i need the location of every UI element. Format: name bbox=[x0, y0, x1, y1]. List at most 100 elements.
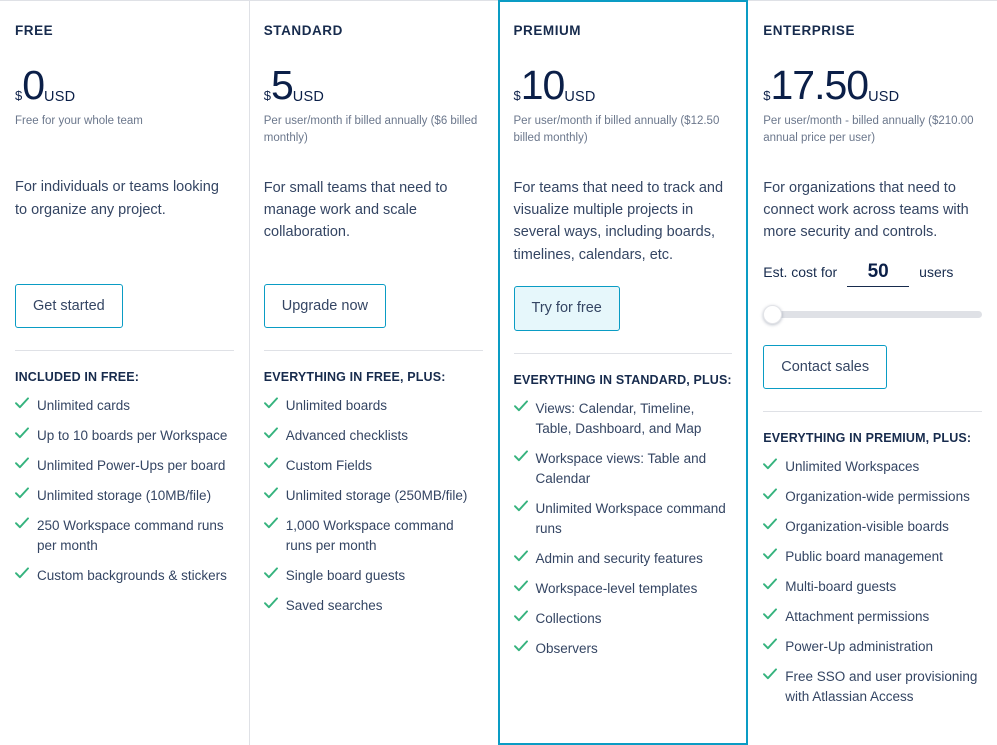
price-amount: 17.50 bbox=[770, 62, 869, 109]
estimator-line: Est. cost for users bbox=[763, 260, 982, 287]
user-count-slider[interactable] bbox=[763, 305, 982, 325]
currency-code: USD bbox=[44, 88, 76, 105]
feature-label: Workspace views: Table and Calendar bbox=[535, 450, 707, 486]
feature-label: Advanced checklists bbox=[285, 428, 409, 444]
cta-container: Try for free bbox=[513, 266, 733, 353]
feature-label: Multi-board guests bbox=[785, 579, 897, 595]
plan-body: $17.50 USD Per user/month - billed annuall… bbox=[763, 65, 982, 411]
check-icon bbox=[263, 427, 278, 445]
features-list: Unlimited boards Advanced checklists Custo… bbox=[263, 396, 483, 616]
plan-description: For small teams that need to manage work… bbox=[263, 179, 448, 241]
feature-item: Custom backgrounds & stickers bbox=[15, 566, 234, 586]
feature-label: Up to 10 boards per Workspace bbox=[37, 428, 228, 444]
cta-container: Upgrade now bbox=[263, 264, 483, 351]
estimator-label-suffix: users bbox=[919, 263, 954, 280]
feature-item: Observers bbox=[513, 639, 733, 659]
currency-code: USD bbox=[564, 88, 596, 105]
currency-code: USD bbox=[292, 88, 325, 105]
features-list: Views: Calendar, Timeline, Table, Dashbo… bbox=[513, 399, 733, 659]
slider-thumb[interactable] bbox=[763, 305, 783, 325]
cta-button-standard[interactable]: Upgrade now bbox=[263, 283, 386, 329]
feature-item: Saved searches bbox=[263, 596, 483, 616]
feature-label: Collections bbox=[535, 610, 602, 626]
plan-price: $0 USD bbox=[15, 65, 234, 106]
estimator-label-prefix: Est. cost for bbox=[763, 263, 838, 280]
plan-body: $5 USD Per user/month if billed annually (… bbox=[263, 62, 483, 351]
cta-button-enterprise[interactable]: Contact sales bbox=[763, 344, 888, 390]
plan-name: PREMIUM bbox=[513, 23, 582, 38]
feature-label: Unlimited Workspaces bbox=[785, 459, 920, 475]
feature-item: Unlimited Workspaces bbox=[763, 457, 982, 477]
feature-label: Views: Calendar, Timeline, Table, Dashbo… bbox=[535, 400, 702, 436]
check-icon bbox=[763, 548, 778, 566]
cta-container: Contact sales bbox=[763, 325, 982, 412]
price-amount: 5 bbox=[270, 62, 294, 109]
pricing-plans-grid: FREE $0 USD Free for your whole team For ind… bbox=[0, 0, 997, 745]
feature-label: Workspace-level templates bbox=[535, 580, 698, 596]
features-title: INCLUDED IN FREE: bbox=[15, 370, 140, 385]
check-icon bbox=[763, 458, 778, 476]
cost-estimator: Est. cost for users bbox=[763, 260, 982, 325]
check-icon bbox=[15, 457, 29, 475]
feature-label: Power-Up administration bbox=[785, 639, 934, 655]
cta-button-premium[interactable]: Try for free bbox=[513, 286, 620, 331]
feature-item: Workspace views: Table and Calendar bbox=[513, 449, 733, 489]
feature-label: Unlimited Workspace command runs bbox=[535, 500, 726, 536]
feature-item: Views: Calendar, Timeline, Table, Dashbo… bbox=[513, 399, 733, 439]
check-icon bbox=[263, 517, 278, 535]
feature-label: Unlimited storage (10MB/file) bbox=[37, 488, 212, 504]
plan-price: $10 USD bbox=[514, 65, 733, 106]
features-title: EVERYTHING IN STANDARD, PLUS: bbox=[513, 372, 732, 387]
check-icon bbox=[513, 400, 528, 418]
check-icon bbox=[763, 608, 778, 626]
feature-item: 250 Workspace command runs per month bbox=[15, 516, 234, 556]
check-icon bbox=[763, 638, 778, 656]
feature-item: Unlimited Power-Ups per board bbox=[15, 456, 234, 476]
check-icon bbox=[513, 450, 528, 468]
feature-label: Single board guests bbox=[285, 568, 406, 583]
feature-item: Unlimited cards bbox=[15, 396, 234, 416]
check-icon bbox=[763, 518, 778, 536]
currency-code: USD bbox=[868, 88, 900, 105]
plan-price: $17.50 USD bbox=[763, 65, 982, 106]
feature-label: Observers bbox=[535, 640, 598, 656]
check-icon bbox=[513, 580, 528, 598]
feature-item: Single board guests bbox=[263, 566, 483, 586]
feature-label: Organization-visible boards bbox=[785, 519, 949, 535]
plan-card-standard: STANDARD $5 USD Per user/month if billed an… bbox=[248, 1, 498, 745]
price-note: Free for your whole team bbox=[15, 115, 143, 128]
currency-symbol: $ bbox=[763, 88, 771, 104]
feature-item: Unlimited storage (10MB/file) bbox=[15, 486, 234, 506]
cta-button-free[interactable]: Get started bbox=[15, 283, 123, 329]
feature-item: Organization-wide permissions bbox=[763, 487, 982, 507]
plan-card-enterprise: ENTERPRISE $17.50 USD Per user/month - bill… bbox=[748, 1, 997, 745]
feature-label: Saved searches bbox=[285, 597, 383, 613]
feature-item: Organization-visible boards bbox=[763, 517, 982, 537]
feature-item: Unlimited storage (250MB/file) bbox=[263, 486, 483, 506]
feature-item: Advanced checklists bbox=[263, 426, 483, 446]
price-note: Per user/month if billed annually ($6 bi… bbox=[263, 115, 478, 144]
feature-item: Free SSO and user provisioning with Atla… bbox=[763, 667, 982, 707]
section-divider bbox=[763, 411, 982, 413]
feature-item: 1,000 Workspace command runs per month bbox=[263, 516, 483, 556]
plan-name: ENTERPRISE bbox=[763, 23, 856, 38]
features-title: EVERYTHING IN PREMIUM, PLUS: bbox=[763, 431, 972, 446]
price-amount: 0 bbox=[22, 62, 45, 109]
cta-container: Get started bbox=[15, 264, 234, 351]
feature-label: Unlimited boards bbox=[285, 398, 388, 414]
check-icon bbox=[763, 668, 778, 686]
feature-item: Unlimited Workspace command runs bbox=[513, 499, 733, 539]
feature-item: Custom Fields bbox=[263, 456, 483, 476]
feature-item: Up to 10 boards per Workspace bbox=[15, 426, 234, 446]
feature-label: Organization-wide permissions bbox=[785, 489, 970, 505]
feature-label: Attachment permissions bbox=[785, 609, 930, 625]
price-note: Per user/month if billed annually ($12.5… bbox=[513, 115, 720, 144]
plan-card-free: FREE $0 USD Free for your whole team For ind… bbox=[0, 1, 249, 745]
section-divider bbox=[263, 350, 483, 352]
check-icon bbox=[15, 517, 29, 535]
user-count-input[interactable] bbox=[847, 260, 910, 287]
plan-name: FREE bbox=[15, 23, 54, 38]
feature-label: 250 Workspace command runs per month bbox=[37, 518, 224, 554]
section-divider bbox=[15, 350, 234, 352]
check-icon bbox=[263, 397, 278, 415]
